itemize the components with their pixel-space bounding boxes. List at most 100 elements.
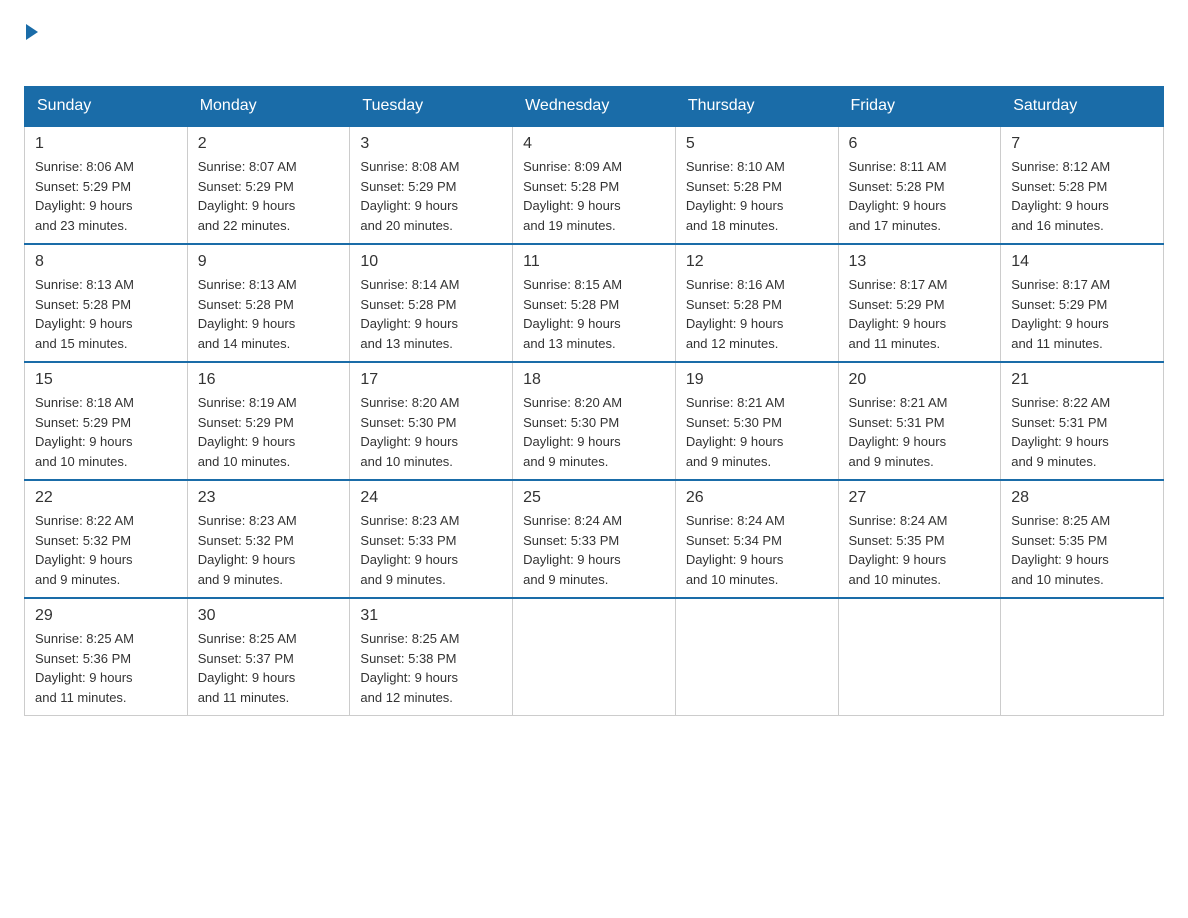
logo (24, 24, 40, 66)
calendar-table: SundayMondayTuesdayWednesdayThursdayFrid… (24, 86, 1164, 716)
day-number: 7 (1011, 135, 1153, 153)
day-info: Sunrise: 8:22 AMSunset: 5:32 PMDaylight:… (35, 511, 177, 589)
day-info: Sunrise: 8:25 AMSunset: 5:36 PMDaylight:… (35, 629, 177, 707)
calendar-cell: 6Sunrise: 8:11 AMSunset: 5:28 PMDaylight… (838, 126, 1001, 244)
calendar-cell: 16 Sunrise: 8:19 AMSunset: 5:29 PMDayligh… (187, 362, 350, 480)
calendar-cell: 30Sunrise: 8:25 AMSunset: 5:37 PMDayligh… (187, 598, 350, 716)
calendar-cell (513, 598, 676, 716)
day-info: Sunrise: 8:13 AMSunset: 5:28 PMDaylight:… (198, 275, 340, 353)
day-number: 23 (198, 489, 340, 507)
day-info: Sunrise: 8:25 AMSunset: 5:38 PMDaylight:… (360, 629, 502, 707)
day-number: 24 (360, 489, 502, 507)
calendar-cell: 10Sunrise: 8:14 AMSunset: 5:28 PMDayligh… (350, 244, 513, 362)
weekday-header-row: SundayMondayTuesdayWednesdayThursdayFrid… (25, 87, 1164, 127)
day-info: Sunrise: 8:17 AMSunset: 5:29 PMDaylight:… (849, 275, 991, 353)
calendar-cell: 24 Sunrise: 8:23 AMSunset: 5:33 PMDayligh… (350, 480, 513, 598)
calendar-cell: 22 Sunrise: 8:22 AMSunset: 5:32 PMDayligh… (25, 480, 188, 598)
day-info: Sunrise: 8:24 AMSunset: 5:33 PMDaylight:… (523, 511, 665, 589)
calendar-cell: 23 Sunrise: 8:23 AMSunset: 5:32 PMDayligh… (187, 480, 350, 598)
calendar-cell: 3 Sunrise: 8:08 AMSunset: 5:29 PMDaylight… (350, 126, 513, 244)
day-info: Sunrise: 8:25 AMSunset: 5:35 PMDaylight:… (1011, 511, 1153, 589)
calendar-cell: 8 Sunrise: 8:13 AMSunset: 5:28 PMDaylight… (25, 244, 188, 362)
day-info: Sunrise: 8:23 AMSunset: 5:33 PMDaylight:… (360, 511, 502, 589)
day-number: 14 (1011, 253, 1153, 271)
calendar-cell (675, 598, 838, 716)
day-number: 12 (686, 253, 828, 271)
day-number: 28 (1011, 489, 1153, 507)
calendar-cell: 14 Sunrise: 8:17 AMSunset: 5:29 PMDayligh… (1001, 244, 1164, 362)
day-number: 4 (523, 135, 665, 153)
calendar-cell: 5Sunrise: 8:10 AMSunset: 5:28 PMDaylight… (675, 126, 838, 244)
day-info: Sunrise: 8:22 AMSunset: 5:31 PMDaylight:… (1011, 393, 1153, 471)
calendar-cell: 4 Sunrise: 8:09 AMSunset: 5:28 PMDaylight… (513, 126, 676, 244)
calendar-cell: 27 Sunrise: 8:24 AMSunset: 5:35 PMDayligh… (838, 480, 1001, 598)
day-number: 11 (523, 253, 665, 271)
day-info: Sunrise: 8:16 AMSunset: 5:28 PMDaylight:… (686, 275, 828, 353)
week-row-1: 1 Sunrise: 8:06 AMSunset: 5:29 PMDaylight… (25, 126, 1164, 244)
day-info: Sunrise: 8:20 AMSunset: 5:30 PMDaylight:… (360, 393, 502, 471)
week-row-5: 29 Sunrise: 8:25 AMSunset: 5:36 PMDayligh… (25, 598, 1164, 716)
day-info: Sunrise: 8:24 AMSunset: 5:35 PMDaylight:… (849, 511, 991, 589)
weekday-header-monday: Monday (187, 87, 350, 127)
page-header (24, 24, 1164, 66)
day-info: Sunrise: 8:21 AMSunset: 5:30 PMDaylight:… (686, 393, 828, 471)
day-number: 13 (849, 253, 991, 271)
day-number: 9 (198, 253, 340, 271)
day-number: 19 (686, 371, 828, 389)
day-info: Sunrise: 8:07 AMSunset: 5:29 PMDaylight:… (198, 157, 340, 235)
day-info: Sunrise: 8:12 AMSunset: 5:28 PMDaylight:… (1011, 157, 1153, 235)
calendar-cell: 2 Sunrise: 8:07 AMSunset: 5:29 PMDaylight… (187, 126, 350, 244)
week-row-4: 22 Sunrise: 8:22 AMSunset: 5:32 PMDayligh… (25, 480, 1164, 598)
weekday-header-wednesday: Wednesday (513, 87, 676, 127)
day-number: 8 (35, 253, 177, 271)
calendar-cell: 13 Sunrise: 8:17 AMSunset: 5:29 PMDayligh… (838, 244, 1001, 362)
day-info: Sunrise: 8:23 AMSunset: 5:32 PMDaylight:… (198, 511, 340, 589)
day-info: Sunrise: 8:17 AMSunset: 5:29 PMDaylight:… (1011, 275, 1153, 353)
calendar-cell (1001, 598, 1164, 716)
day-number: 25 (523, 489, 665, 507)
weekday-header-tuesday: Tuesday (350, 87, 513, 127)
calendar-cell: 31 Sunrise: 8:25 AMSunset: 5:38 PMDayligh… (350, 598, 513, 716)
calendar-cell: 29 Sunrise: 8:25 AMSunset: 5:36 PMDayligh… (25, 598, 188, 716)
day-info: Sunrise: 8:06 AMSunset: 5:29 PMDaylight:… (35, 157, 177, 235)
day-number: 26 (686, 489, 828, 507)
calendar-cell: 28 Sunrise: 8:25 AMSunset: 5:35 PMDayligh… (1001, 480, 1164, 598)
calendar-cell: 9 Sunrise: 8:13 AMSunset: 5:28 PMDaylight… (187, 244, 350, 362)
day-number: 2 (198, 135, 340, 153)
day-number: 5 (686, 135, 828, 153)
day-number: 1 (35, 135, 177, 153)
calendar-cell: 11 Sunrise: 8:15 AMSunset: 5:28 PMDayligh… (513, 244, 676, 362)
calendar-cell: 19 Sunrise: 8:21 AMSunset: 5:30 PMDayligh… (675, 362, 838, 480)
day-info: Sunrise: 8:08 AMSunset: 5:29 PMDaylight:… (360, 157, 502, 235)
day-number: 21 (1011, 371, 1153, 389)
day-info: Sunrise: 8:09 AMSunset: 5:28 PMDaylight:… (523, 157, 665, 235)
weekday-header-sunday: Sunday (25, 87, 188, 127)
day-info: Sunrise: 8:24 AMSunset: 5:34 PMDaylight:… (686, 511, 828, 589)
calendar-cell: 25 Sunrise: 8:24 AMSunset: 5:33 PMDayligh… (513, 480, 676, 598)
day-number: 22 (35, 489, 177, 507)
calendar-cell (838, 598, 1001, 716)
day-info: Sunrise: 8:15 AMSunset: 5:28 PMDaylight:… (523, 275, 665, 353)
day-number: 3 (360, 135, 502, 153)
weekday-header-saturday: Saturday (1001, 87, 1164, 127)
day-number: 18 (523, 371, 665, 389)
weekday-header-friday: Friday (838, 87, 1001, 127)
day-info: Sunrise: 8:18 AMSunset: 5:29 PMDaylight:… (35, 393, 177, 471)
calendar-cell: 12 Sunrise: 8:16 AMSunset: 5:28 PMDayligh… (675, 244, 838, 362)
calendar-cell: 20Sunrise: 8:21 AMSunset: 5:31 PMDayligh… (838, 362, 1001, 480)
calendar-cell: 17Sunrise: 8:20 AMSunset: 5:30 PMDayligh… (350, 362, 513, 480)
calendar-cell: 26 Sunrise: 8:24 AMSunset: 5:34 PMDayligh… (675, 480, 838, 598)
day-info: Sunrise: 8:13 AMSunset: 5:28 PMDaylight:… (35, 275, 177, 353)
day-number: 16 (198, 371, 340, 389)
day-info: Sunrise: 8:19 AMSunset: 5:29 PMDaylight:… (198, 393, 340, 471)
day-number: 27 (849, 489, 991, 507)
day-number: 31 (360, 607, 502, 625)
day-number: 29 (35, 607, 177, 625)
calendar-cell: 15Sunrise: 8:18 AMSunset: 5:29 PMDayligh… (25, 362, 188, 480)
weekday-header-thursday: Thursday (675, 87, 838, 127)
day-info: Sunrise: 8:20 AMSunset: 5:30 PMDaylight:… (523, 393, 665, 471)
day-number: 10 (360, 253, 502, 271)
day-info: Sunrise: 8:11 AMSunset: 5:28 PMDaylight:… (849, 157, 991, 235)
day-info: Sunrise: 8:25 AMSunset: 5:37 PMDaylight:… (198, 629, 340, 707)
calendar-cell: 18 Sunrise: 8:20 AMSunset: 5:30 PMDayligh… (513, 362, 676, 480)
